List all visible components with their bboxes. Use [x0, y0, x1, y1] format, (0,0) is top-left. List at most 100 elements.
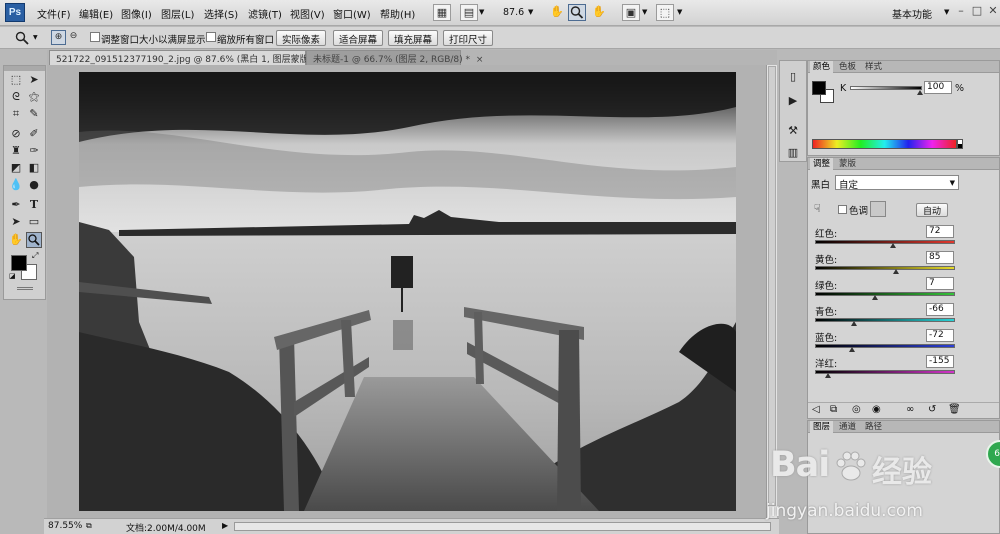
pen-tool-icon[interactable]: ✒ — [8, 197, 24, 213]
status-menu-arrow-icon[interactable]: ▶ — [222, 521, 228, 530]
menu-select[interactable]: 选择(S) — [204, 6, 238, 21]
zoom-dropdown-chevron-icon[interactable]: ▼ — [528, 8, 533, 16]
tab-active-document[interactable]: 521722_091512377190_2.jpg @ 87.6% (黑白 1,… — [49, 50, 342, 65]
workspace-chevron-icon[interactable]: ▼ — [944, 8, 949, 16]
slider-thumb-green[interactable] — [872, 295, 878, 300]
k-slider-thumb[interactable] — [917, 90, 923, 95]
hand-tool-button[interactable]: ✋ — [548, 4, 566, 21]
print-size-button[interactable]: 打印尺寸 — [443, 30, 494, 46]
tab-channels[interactable]: 通道 — [836, 421, 859, 433]
fill-screen-button[interactable]: 填充屏幕 — [388, 30, 439, 46]
slider-value-red[interactable]: 72 — [926, 225, 954, 238]
slider-track-cyan[interactable] — [815, 318, 955, 322]
tab-adjustments[interactable]: 调整 — [810, 158, 834, 170]
arrange-chevron-icon[interactable]: ▼ — [642, 8, 647, 16]
gradient-tool-icon[interactable]: ◧ — [26, 160, 42, 176]
reset-icon[interactable]: ↺ — [928, 404, 936, 415]
shape-tool-icon[interactable]: ▭ — [26, 214, 42, 230]
crop-tool-icon[interactable]: ⌗ — [8, 106, 24, 122]
brush-tool-icon[interactable]: ✐ — [26, 126, 42, 142]
clone-stamp-tool-icon[interactable]: ♜ — [8, 143, 24, 159]
history-brush-tool-icon[interactable]: ✑ — [26, 143, 42, 159]
zoom-level-display[interactable]: 87.6 — [503, 7, 524, 18]
tab-close-icon[interactable]: × — [476, 55, 484, 65]
tool-presets-panel-icon[interactable]: ⚒ — [784, 123, 802, 139]
foreground-color-swatch[interactable] — [11, 255, 27, 271]
status-zoom[interactable]: 87.55% — [48, 521, 82, 531]
visibility-eye-icon[interactable]: ◉ — [872, 404, 881, 415]
horizontal-scrollbar[interactable] — [234, 522, 771, 531]
menu-help[interactable]: 帮助(H) — [380, 6, 415, 21]
fit-screen-button[interactable]: 适合屏幕 — [333, 30, 384, 46]
slider-thumb-magenta[interactable] — [825, 373, 831, 378]
eraser-tool-icon[interactable]: ◩ — [8, 160, 24, 176]
tint-checkbox[interactable] — [838, 205, 847, 214]
slider-value-green[interactable]: 7 — [926, 277, 954, 290]
preset-chevron-icon[interactable]: ▼ — [33, 34, 38, 41]
preset-dropdown[interactable]: 自定 ▼ — [835, 175, 959, 191]
workspace-switcher[interactable]: 基本功能 — [892, 6, 932, 21]
k-value-input[interactable]: 100 — [924, 81, 952, 94]
rotate-view-button[interactable]: ✋ — [590, 4, 608, 21]
move-tool-icon[interactable]: ➤ — [26, 72, 42, 88]
screen-mode-button[interactable]: ⬚ — [656, 4, 674, 21]
slider-track-magenta[interactable] — [815, 370, 955, 374]
slider-value-magenta[interactable]: -155 — [926, 355, 954, 368]
auto-button[interactable]: 自动 — [916, 203, 949, 217]
menu-image[interactable]: 图像(I) — [121, 6, 152, 21]
blur-tool-icon[interactable]: 💧 — [8, 177, 24, 193]
zoom-all-windows-checkbox[interactable] — [206, 32, 216, 42]
menu-window[interactable]: 窗口(W) — [333, 6, 371, 21]
magic-wand-tool-icon[interactable]: ⚝ — [26, 89, 42, 105]
status-export-icon[interactable]: ⧉ — [86, 521, 92, 531]
toolbox-grip[interactable] — [4, 66, 45, 71]
actual-pixels-button[interactable]: 实际像素 — [276, 30, 327, 46]
slider-thumb-blue[interactable] — [849, 347, 855, 352]
menu-layer[interactable]: 图层(L) — [161, 6, 194, 21]
menu-file[interactable]: 文件(F) — [37, 6, 71, 21]
menu-view[interactable]: 视图(V) — [290, 6, 325, 21]
k-slider-track[interactable] — [850, 86, 922, 90]
slider-track-red[interactable] — [815, 240, 955, 244]
zoom-tool-icon[interactable] — [26, 232, 42, 248]
document-image[interactable] — [79, 72, 736, 511]
slider-thumb-red[interactable] — [890, 243, 896, 248]
marquee-tool-icon[interactable]: ⬚ — [8, 72, 24, 88]
swap-colors-icon[interactable]: ⤢ — [32, 251, 38, 261]
actions-panel-icon[interactable]: ▶ — [784, 93, 802, 109]
slider-value-blue[interactable]: -72 — [926, 329, 954, 342]
tab-masks[interactable]: 蒙版 — [836, 158, 859, 170]
color-spectrum-ramp[interactable] — [812, 139, 957, 149]
default-colors-icon[interactable]: ◪ — [9, 272, 16, 280]
hand-tool-icon[interactable]: ✋ — [8, 232, 24, 248]
menu-edit[interactable]: 编辑(E) — [79, 6, 113, 21]
close-icon[interactable]: ✕ — [984, 4, 1000, 19]
tab-paths[interactable]: 路径 — [862, 421, 885, 433]
eyedropper-tool-icon[interactable]: ✎ — [26, 106, 42, 122]
tab-swatches[interactable]: 色板 — [836, 61, 859, 73]
chevron-down-icon[interactable]: ▼ — [479, 8, 484, 16]
black-white-ramp[interactable] — [957, 139, 963, 149]
zoom-in-mode-button[interactable]: ⊕ — [51, 30, 66, 45]
clip-to-layer-icon[interactable]: ◎ — [852, 404, 861, 415]
tab-untitled-document[interactable]: 未标题-1 @ 66.7% (图层 2, RGB/8) * × — [306, 50, 483, 65]
screen-mode-chevron-icon[interactable]: ▼ — [677, 8, 682, 16]
arrange-documents-button[interactable]: ▣ — [622, 4, 640, 21]
green-badge[interactable]: 65 — [986, 440, 1000, 468]
zoom-tool-preset-icon[interactable] — [14, 30, 30, 46]
slider-track-green[interactable] — [815, 292, 955, 296]
back-arrow-icon[interactable]: ◁ — [812, 404, 820, 415]
resize-windows-checkbox[interactable] — [90, 32, 100, 42]
slider-track-blue[interactable] — [815, 344, 955, 348]
menu-filter[interactable]: 滤镜(T) — [248, 6, 282, 21]
zoom-out-mode-button[interactable]: ⊖ — [66, 30, 81, 45]
healing-brush-tool-icon[interactable]: ⊘ — [8, 126, 24, 142]
expand-view-icon[interactable]: ⧉ — [830, 404, 837, 415]
zoom-tool-button[interactable] — [568, 4, 586, 21]
tint-color-swatch[interactable] — [870, 201, 886, 217]
tab-color[interactable]: 颜色 — [810, 61, 834, 73]
delete-trash-icon[interactable]: 🗑 — [948, 404, 961, 415]
path-selection-tool-icon[interactable]: ➤ — [8, 214, 24, 230]
quick-mask-icon[interactable] — [17, 287, 33, 290]
slider-thumb-yellow[interactable] — [893, 269, 899, 274]
